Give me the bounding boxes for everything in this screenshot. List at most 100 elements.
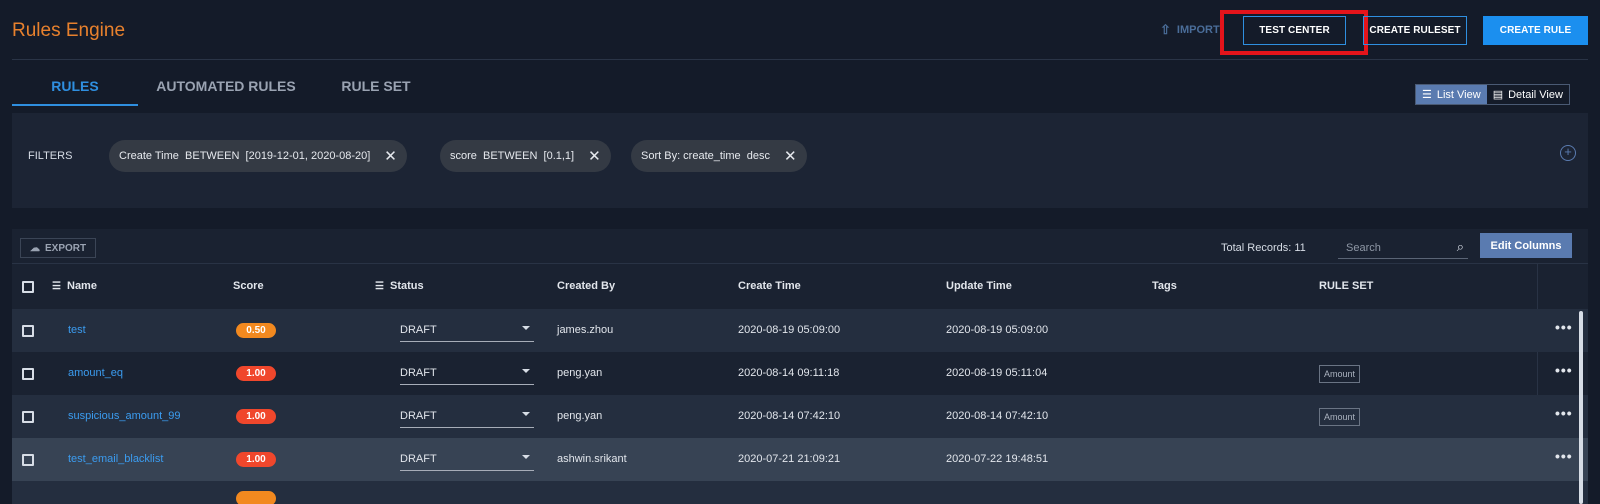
create-time: 2020-08-19 05:09:00 — [738, 324, 841, 336]
detail-view-button[interactable]: ▤ Detail View — [1487, 85, 1569, 104]
caret-down-icon — [522, 455, 530, 459]
highlight-box — [1220, 10, 1368, 55]
column-header-rule-set[interactable]: RULE SET — [1319, 280, 1373, 292]
row-checkbox[interactable] — [22, 368, 34, 380]
status-select[interactable]: DRAFT — [400, 365, 534, 385]
update-time: 2020-08-19 05:11:04 — [946, 367, 1048, 379]
column-header-created-by[interactable]: Created By — [557, 280, 615, 292]
caret-down-icon — [522, 412, 530, 416]
import-button[interactable]: ⇧ IMPORT — [1160, 22, 1220, 38]
status-select[interactable]: DRAFT — [400, 322, 534, 342]
create-time: 2020-08-14 09:11:18 — [738, 367, 840, 379]
score-badge: 1.00 — [236, 452, 276, 467]
search-icon[interactable]: ⌕ — [1457, 239, 1464, 255]
column-header-create-time[interactable]: Create Time — [738, 280, 801, 292]
search-placeholder: Search — [1346, 242, 1381, 254]
table-header: ☰ Name Score ☰ Status Created By Create Ti… — [12, 263, 1588, 309]
caret-down-icon — [522, 326, 530, 330]
rule-name-link[interactable]: test — [68, 324, 86, 336]
header-divider — [12, 59, 1588, 60]
status-value: DRAFT — [400, 324, 437, 336]
rule-name-link[interactable]: amount_eq — [68, 367, 123, 379]
more-options-icon[interactable]: ••• — [1555, 362, 1573, 378]
caret-down-icon — [522, 369, 530, 373]
update-time: 2020-07-22 19:48:51 — [946, 453, 1049, 465]
export-label: EXPORT — [45, 242, 87, 254]
tab-bar: RULES AUTOMATED RULES RULE SET — [12, 74, 438, 106]
filter-chip-create-time[interactable]: Create Time BETWEEN [2019-12-01, 2020-08… — [109, 140, 407, 172]
column-label: Status — [390, 280, 424, 292]
status-select[interactable]: DRAFT — [400, 408, 534, 428]
close-icon[interactable]: ✕ — [784, 147, 797, 165]
column-label: Name — [67, 280, 97, 292]
list-icon: ☰ — [1422, 89, 1432, 101]
table-row[interactable]: test_email_blacklist 1.00 DRAFT ashwin.s… — [12, 438, 1588, 481]
table-row[interactable]: suspicious_amount_99 1.00 DRAFT peng.yan… — [12, 395, 1588, 438]
ruleset-tag[interactable]: Amount — [1319, 365, 1361, 383]
filter-icon[interactable]: ☰ — [375, 281, 386, 292]
filter-chip-text: Create Time BETWEEN [2019-12-01, 2020-08… — [119, 150, 371, 162]
filters-panel: FILTERS Create Time BETWEEN [2019-12-01,… — [12, 113, 1588, 208]
score-badge: 0.50 — [236, 323, 276, 338]
column-header-name[interactable]: ☰ Name — [52, 280, 97, 292]
column-header-tags[interactable]: Tags — [1152, 280, 1177, 292]
list-view-label: List View — [1436, 88, 1481, 101]
column-header-score[interactable]: Score — [233, 280, 264, 292]
export-button[interactable]: ☁ EXPORT — [20, 238, 97, 258]
status-value: DRAFT — [400, 367, 437, 379]
score-badge — [236, 491, 276, 504]
score-badge: 1.00 — [236, 409, 276, 424]
search-input[interactable]: Search ⌕ — [1338, 235, 1468, 259]
create-rule-button[interactable]: CREATE RULE — [1483, 16, 1588, 45]
upload-icon: ⇧ — [1160, 22, 1171, 37]
total-records: Total Records: 11 — [1221, 242, 1306, 254]
created-by: peng.yan — [557, 367, 603, 379]
tab-rule-set[interactable]: RULE SET — [314, 74, 438, 106]
filters-label: FILTERS — [28, 150, 73, 162]
column-header-update-time[interactable]: Update Time — [946, 280, 1012, 292]
close-icon[interactable]: ✕ — [384, 147, 397, 165]
edit-columns-button[interactable]: Edit Columns — [1480, 233, 1572, 258]
filter-chip-score[interactable]: score BETWEEN [0.1,1] ✕ — [440, 140, 611, 172]
column-header-status[interactable]: ☰ Status — [375, 280, 424, 292]
more-options-icon[interactable]: ••• — [1555, 405, 1573, 421]
add-filter-icon[interactable]: + — [1560, 145, 1576, 161]
view-toggle: ☰ List View ▤ Detail View — [1415, 84, 1570, 105]
created-by: peng.yan — [557, 410, 603, 422]
more-options-icon[interactable]: ••• — [1555, 448, 1573, 464]
create-time: 2020-08-14 07:42:10 — [738, 410, 841, 422]
create-ruleset-button[interactable]: CREATE RULESET — [1363, 16, 1467, 45]
select-all-checkbox[interactable] — [22, 281, 34, 293]
update-time: 2020-08-14 07:42:10 — [946, 410, 1049, 422]
update-time: 2020-08-19 05:09:00 — [946, 324, 1049, 336]
rule-name-link[interactable]: test_email_blacklist — [68, 453, 163, 465]
row-checkbox[interactable] — [22, 454, 34, 466]
tab-rules[interactable]: RULES — [12, 74, 138, 106]
ruleset-tag[interactable]: Amount — [1319, 408, 1361, 426]
score-badge: 1.00 — [236, 366, 276, 381]
filter-chip-text: score BETWEEN [0.1,1] — [450, 150, 575, 162]
row-checkbox[interactable] — [22, 325, 34, 337]
table-row[interactable]: amount_eq 1.00 DRAFT peng.yan 2020-08-14… — [12, 352, 1588, 395]
filter-icon[interactable]: ☰ — [52, 281, 63, 292]
rules-table-panel: ☁ EXPORT Total Records: 11 Search ⌕ Edit… — [12, 229, 1588, 504]
tab-automated-rules[interactable]: AUTOMATED RULES — [138, 74, 314, 106]
table-row[interactable]: test 0.50 DRAFT james.zhou 2020-08-19 05… — [12, 309, 1588, 352]
more-options-icon[interactable]: ••• — [1555, 319, 1573, 335]
created-by: ashwin.srikant — [557, 453, 627, 465]
table-row-partial[interactable] — [12, 481, 1588, 504]
vertical-scrollbar[interactable] — [1579, 311, 1583, 504]
detail-view-label: Detail View — [1508, 88, 1563, 101]
filter-chip-sort[interactable]: Sort By: create_time desc ✕ — [631, 140, 807, 172]
rule-name-link[interactable]: suspicious_amount_99 — [68, 410, 181, 422]
filter-chip-text: Sort By: create_time desc — [641, 150, 770, 162]
row-checkbox[interactable] — [22, 411, 34, 423]
close-icon[interactable]: ✕ — [588, 147, 601, 165]
detail-icon: ▤ — [1492, 89, 1504, 101]
list-view-button[interactable]: ☰ List View — [1416, 85, 1487, 104]
status-select[interactable]: DRAFT — [400, 451, 534, 471]
cloud-download-icon: ☁ — [30, 242, 40, 254]
import-label: IMPORT — [1176, 24, 1220, 36]
rules-engine-app: Rules Engine ⇧ IMPORT TEST CENTER CREATE… — [0, 0, 1600, 504]
status-value: DRAFT — [400, 453, 437, 465]
